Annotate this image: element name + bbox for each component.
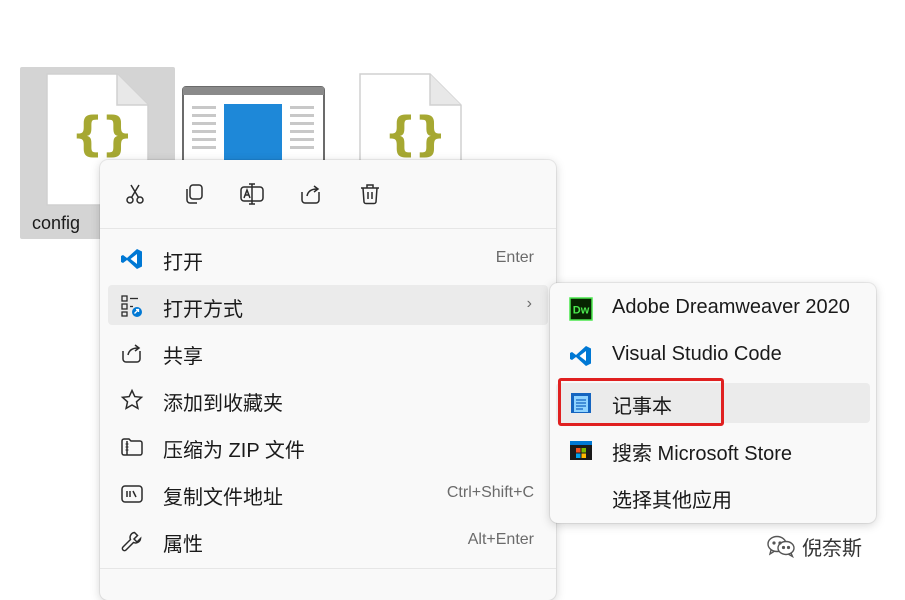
svg-text:{: { [384,107,417,161]
dreamweaver-icon-text: Dw [573,305,590,317]
menu-item-label: 共享 [163,346,203,368]
highlight-annotation [558,378,724,426]
submenu-item-vscode[interactable]: Visual Studio Code [556,336,870,376]
copy-path-icon [120,482,144,506]
menu-item-label: 属性 [163,534,203,556]
submenu-item-choose-other-app[interactable]: 选择其他应用 [556,477,870,517]
microsoft-store-icon [569,438,593,462]
file-name-label: config [32,213,81,233]
vscode-icon [120,247,144,271]
dreamweaver-icon: Dw [569,297,593,321]
copy-button[interactable] [176,176,212,212]
menu-item-shortcut: Alt+Enter [467,531,534,548]
svg-text:}: } [414,107,447,161]
json-file-icon-2: { } [359,73,462,172]
menu-item-open[interactable]: 打开 Enter [108,238,548,278]
svg-text:{: { [71,107,104,161]
watermark: 倪奈斯 [766,534,862,560]
menu-item-share[interactable]: 共享 [108,332,548,372]
chevron-right-icon: › [526,295,532,312]
submenu-item-microsoft-store[interactable]: 搜索 Microsoft Store [556,430,870,470]
share-button[interactable] [293,176,329,212]
menu-item-label: 添加到收藏夹 [163,393,283,415]
context-menu-toolbar [100,160,556,229]
watermark-text: 倪奈斯 [802,537,862,560]
wrench-icon [120,529,144,553]
cut-button[interactable] [117,176,153,212]
menu-item-label: 复制文件地址 [163,487,283,509]
cut-icon [126,184,144,204]
star-icon [120,388,144,412]
menu-item-label: 打开方式 [163,299,243,321]
context-menu: 打开 Enter 打开方式 › 共享 添加到收藏夹 压缩为 ZIP 文件 复制文… [100,160,556,600]
zip-folder-icon [120,435,144,459]
share-icon [301,185,320,204]
submenu-item-label: Adobe Dreamweaver 2020 [612,296,850,318]
wechat-icon [767,535,795,558]
menu-item-shortcut: Enter [495,249,534,266]
open-with-icon [120,294,144,318]
menu-item-properties[interactable]: 属性 Alt+Enter [108,520,548,560]
menu-item-compress-zip[interactable]: 压缩为 ZIP 文件 [108,426,548,466]
menu-item-copy-path[interactable]: 复制文件地址 Ctrl+Shift+C [108,473,548,513]
delete-button[interactable] [352,176,388,212]
rename-icon [240,183,264,205]
app-window-file-icon [182,86,325,166]
menu-item-open-with[interactable]: 打开方式 › [108,285,548,325]
menu-item-shortcut: Ctrl+Shift+C [446,484,534,501]
copy-icon [186,184,203,204]
share-icon [120,341,144,365]
svg-text:}: } [101,107,134,161]
submenu-item-dreamweaver[interactable]: Dw Adobe Dreamweaver 2020 [556,289,870,329]
menu-item-label: 压缩为 ZIP 文件 [163,440,305,462]
rename-button[interactable] [234,176,270,212]
submenu-item-label: 搜索 Microsoft Store [612,443,793,465]
trash-icon [361,184,379,205]
menu-item-add-favorites[interactable]: 添加到收藏夹 [108,379,548,419]
menu-divider [100,568,556,569]
vscode-icon [569,344,593,368]
submenu-item-label: Visual Studio Code [612,343,782,365]
submenu-item-label: 选择其他应用 [612,490,732,512]
menu-item-label: 打开 [163,252,203,274]
